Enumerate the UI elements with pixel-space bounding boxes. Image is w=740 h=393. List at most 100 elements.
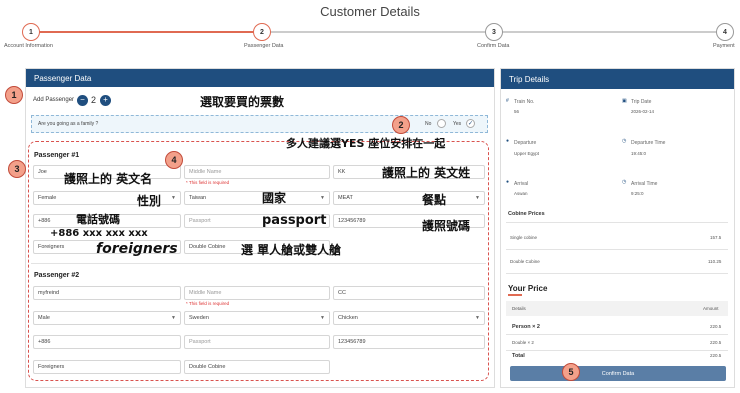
annotation-passport-last: 護照上的 英文姓: [382, 166, 471, 180]
arrival-value: Aswan: [514, 191, 528, 196]
trip-date-value: 2026-02-14: [631, 109, 655, 114]
departure-time-label: Departure Time: [631, 140, 666, 146]
p2-nationality-input[interactable]: Foreigners: [33, 360, 181, 374]
plus-icon[interactable]: +: [100, 95, 111, 106]
p2-meal-value: Chicken: [338, 315, 358, 321]
p2-gender-select[interactable]: Male ▼: [33, 311, 181, 325]
no-radio[interactable]: [437, 119, 446, 128]
step-4-circle[interactable]: 4: [716, 23, 734, 41]
step-3-label: Confirm Data: [477, 43, 510, 49]
p2-cabin-input[interactable]: Double Cobine: [184, 360, 330, 374]
chevron-down-icon: ▼: [171, 195, 176, 201]
annotation-badge-4: 4: [165, 151, 183, 169]
location-pin-icon: ●: [506, 138, 510, 144]
divider: [506, 222, 728, 223]
chevron-down-icon: ▼: [475, 315, 480, 321]
step-3-circle[interactable]: 3: [485, 23, 503, 41]
price-row-amount: 220.5: [710, 353, 722, 358]
divider: [506, 350, 728, 351]
divider: [506, 334, 728, 335]
double-cabine-name: Double Cobine: [510, 259, 540, 264]
arrival-time-value: 9:25:0: [631, 191, 644, 196]
annotation-phone-example: +886 xxx xxx xxx: [50, 228, 148, 239]
calendar-icon: ▣: [622, 98, 627, 104]
page-title: Customer Details: [320, 4, 420, 19]
stepper-progress: [30, 31, 262, 33]
p2-middle-required: * This field is required: [186, 301, 230, 306]
p2-passport-input[interactable]: Passport: [184, 335, 330, 349]
p1-gender-value: Female: [38, 195, 57, 201]
annotation-phone: 電話號碼: [76, 213, 120, 226]
price-row-name: Double × 2: [512, 340, 534, 345]
p2-gender-value: Male: [38, 315, 50, 321]
departure-time-value: 19:45:0: [631, 151, 647, 156]
chevron-down-icon: ▼: [171, 315, 176, 321]
passenger-panel-header: Passenger Data: [26, 69, 494, 87]
step-1-label: Account Information: [4, 43, 53, 49]
family-question: Are you going as a family ?: [38, 121, 99, 127]
p2-phone-input[interactable]: +886: [33, 335, 181, 349]
p1-country-select[interactable]: Taiwan ▼: [184, 191, 330, 205]
annotation-foreigners: foreigners: [96, 241, 178, 257]
price-row-name: Total: [512, 353, 525, 359]
add-passenger-label: Add Passenger: [33, 97, 75, 103]
p2-last-name-input[interactable]: CC: [333, 286, 485, 300]
arrival-time-label: Arrival Time: [631, 181, 658, 187]
no-label: No: [425, 121, 432, 127]
p1-meal-select[interactable]: MEAT ▼: [333, 191, 485, 205]
passenger-count: 2: [91, 95, 97, 105]
family-box: [31, 115, 488, 133]
your-price-label: Your Price: [508, 284, 548, 293]
double-cabine-price: 110.25: [708, 259, 722, 264]
location-pin-icon: ●: [506, 179, 510, 185]
annotation-badge-2: 2: [392, 116, 410, 134]
single-cabine-price: 157.5: [710, 235, 722, 240]
annotation-passport-number: 護照號碼: [422, 219, 471, 233]
price-row-amount: 220.5: [710, 340, 722, 345]
annotation-country: 國家: [262, 191, 287, 205]
cabine-prices-label: Cobine Prices: [508, 211, 545, 217]
p2-middle-name-input[interactable]: Middle Name: [184, 286, 330, 300]
p1-middle-name-input[interactable]: Middle Name: [184, 165, 330, 179]
p1-meal-value: MEAT: [338, 195, 353, 201]
divider: [506, 273, 728, 274]
step-4-label: Payment: [713, 43, 735, 49]
p2-meal-select[interactable]: Chicken ▼: [333, 311, 485, 325]
step-2-label: Passenger Data: [244, 43, 284, 49]
trip-panel: Trip Details: [500, 68, 735, 388]
train-no-value: 56: [514, 109, 520, 114]
chevron-down-icon: ▼: [320, 315, 325, 321]
details-header: Details: [512, 306, 526, 311]
departure-label: Departure: [514, 140, 537, 146]
chevron-down-icon: ▼: [320, 195, 325, 201]
clock-icon: ◷: [622, 179, 627, 185]
yes-radio[interactable]: ✓: [466, 119, 475, 128]
annotation-passport-first: 護照上的 英文名: [64, 172, 153, 186]
accent-underline: [508, 294, 522, 296]
price-table-header: [506, 301, 728, 316]
annotation-badge-5: 5: [562, 363, 580, 381]
p2-first-name-input[interactable]: myfreind: [33, 286, 181, 300]
chevron-down-icon: ▼: [475, 195, 480, 201]
annotation-badge-3: 3: [8, 160, 26, 178]
passenger-2-title: Passenger #2: [34, 272, 80, 279]
annotation-meal: 餐點: [422, 193, 447, 207]
step-2-circle[interactable]: 2: [253, 23, 271, 41]
divider: [31, 263, 486, 264]
step-1-circle[interactable]: 1: [22, 23, 40, 41]
p2-country-value: Sweden: [189, 315, 209, 321]
p2-passport-number-input[interactable]: 123456789: [333, 335, 485, 349]
trip-panel-header: Trip Details: [501, 69, 734, 89]
amount-header: Amount: [703, 306, 719, 311]
price-row-name: Person × 2: [512, 324, 540, 330]
p2-country-select[interactable]: Sweden ▼: [184, 311, 330, 325]
divider: [506, 249, 728, 250]
annotation-family-note: 多人建議選YES 座位安排在一起: [286, 137, 446, 150]
p1-country-value: Taiwan: [189, 195, 207, 201]
passenger-1-title: Passenger #1: [34, 152, 80, 159]
annotation-gender: 性別: [137, 194, 162, 208]
annotation-badge-1: 1: [5, 86, 23, 104]
clock-icon: ◷: [622, 138, 627, 144]
confirm-data-button[interactable]: Confirm Data: [510, 366, 726, 381]
minus-icon[interactable]: −: [77, 95, 88, 106]
